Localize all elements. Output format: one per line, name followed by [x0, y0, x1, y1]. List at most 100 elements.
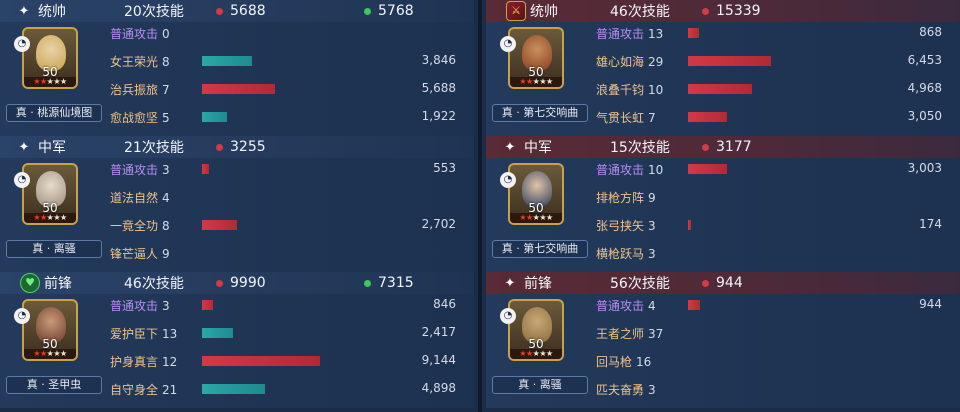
damage-total: 9990: [230, 275, 266, 291]
skill-value-bar: [202, 384, 265, 394]
skill-title: 匹夫奋勇: [596, 383, 645, 397]
skill-cast-count: 12: [162, 355, 178, 369]
skill-name: 王者之师 37: [596, 325, 663, 342]
hero-portrait[interactable]: 50 ★★★★★: [508, 163, 564, 225]
sparkle-icon: ✦: [18, 3, 30, 19]
skill-name: 回马枪 16: [596, 353, 651, 370]
hero-portrait[interactable]: 50 ★★★★★: [508, 299, 564, 361]
treasure-tag[interactable]: 真 · 第七交响曲: [492, 240, 588, 258]
skill-title: 普通攻击: [596, 27, 645, 41]
skill-name: 锋芒逼人 9: [110, 245, 170, 262]
skill-name: 爱护臣下 13: [110, 325, 177, 342]
skill-value-bar: [688, 300, 700, 310]
skill-value: 2,702: [421, 217, 456, 231]
section-header: ✦ 统帅 20次技能 5688 5768: [0, 0, 474, 22]
hero-portrait[interactable]: 50 ★★★★★: [22, 27, 78, 89]
skill-cast-count: 3: [162, 163, 170, 177]
skill-name: 一竟全功 8: [110, 217, 170, 234]
treasure-tag[interactable]: 真 · 离骚: [492, 376, 588, 394]
hero-section-1: ⚔ 统帅 46次技能 15339 50 ★★★★★ ◔ 真 · 第七交响曲 普通攻击 13 868 雄…: [486, 0, 960, 136]
star-rating: ★★★★★: [24, 349, 76, 359]
skill-name: 横枪跃马 3: [596, 245, 656, 262]
skill-value-bar: [202, 164, 209, 174]
treasure-tag[interactable]: 真 · 第七交响曲: [492, 104, 588, 122]
skill-title: 普通攻击: [110, 27, 159, 41]
skill-count: 15次技能: [610, 140, 670, 156]
damage-dot-icon: [216, 280, 223, 287]
skill-value: 2,417: [421, 325, 456, 339]
skill-title: 一竟全功: [110, 219, 159, 233]
skill-value-bar: [202, 84, 275, 94]
skill-name: 护身真言 12: [110, 353, 177, 370]
skill-cast-count: 8: [162, 55, 170, 69]
hero-section-2: ✦ 中军 15次技能 3177 50 ★★★★★ ◔ 真 · 第七交响曲 普通攻击 10 3,003…: [486, 136, 960, 272]
skill-title: 浪叠千钧: [596, 83, 645, 97]
skill-cast-count: 16: [636, 355, 652, 369]
skill-name: 普通攻击 10: [596, 161, 663, 178]
unit-type-icon: ◔: [14, 172, 30, 188]
section-header: ✦ 中军 21次技能 3255: [0, 136, 474, 158]
hero-section-3: ✦ 前锋 56次技能 944 50 ★★★★★ ◔ 真 · 离骚 普通攻击 4 944 王者之师 37 回…: [486, 272, 960, 408]
skill-value: 4,968: [907, 81, 942, 95]
skill-name: 治兵振旅 7: [110, 81, 170, 98]
skill-cast-count: 4: [648, 299, 656, 313]
star-rating: ★★★★★: [510, 77, 562, 87]
heal-dot-icon: [364, 8, 371, 15]
treasure-tag[interactable]: 真 · 桃源仙境图: [6, 104, 102, 122]
skill-value-bar: [202, 300, 213, 310]
skill-cast-count: 5: [162, 111, 170, 125]
skill-title: 治兵振旅: [110, 83, 159, 97]
unit-type-icon: ◔: [14, 36, 30, 52]
position-label: 统帅: [530, 4, 558, 20]
skill-cast-count: 7: [648, 111, 656, 125]
commander-emblem-icon: ⚔: [506, 1, 526, 21]
skill-value: 3,050: [907, 109, 942, 123]
skill-value: 944: [919, 297, 942, 311]
skill-title: 自守身全: [110, 383, 159, 397]
treasure-tag[interactable]: 真 · 离骚: [6, 240, 102, 258]
skill-value: 174: [919, 217, 942, 231]
skill-value-bar: [688, 84, 752, 94]
hero-portrait[interactable]: 50 ★★★★★: [508, 27, 564, 89]
heal-dot-icon: [364, 280, 371, 287]
skill-value-bar: [202, 356, 320, 366]
skill-cast-count: 0: [162, 27, 170, 41]
skill-name: 普通攻击 3: [110, 297, 170, 314]
hero-section-1: ✦ 统帅 20次技能 5688 5768 50 ★★★★★ ◔ 真 · 桃源仙境图 普通攻击 0 女王…: [0, 0, 474, 136]
skill-name: 普通攻击 13: [596, 25, 663, 42]
skill-title: 普通攻击: [596, 299, 645, 313]
skill-title: 王者之师: [596, 327, 645, 341]
skill-name: 自守身全 21: [110, 381, 177, 398]
skill-name: 普通攻击 0: [110, 25, 170, 42]
skill-name: 雄心如海 29: [596, 53, 663, 70]
treasure-tag[interactable]: 真 · 圣甲虫: [6, 376, 102, 394]
skill-cast-count: 21: [162, 383, 178, 397]
position-label: 前锋: [524, 276, 552, 292]
skill-cast-count: 3: [648, 219, 656, 233]
skill-name: 愈战愈坚 5: [110, 109, 170, 126]
skill-value: 5,688: [421, 81, 456, 95]
skill-cast-count: 3: [648, 383, 656, 397]
skill-count: 21次技能: [124, 140, 184, 156]
skill-name: 普通攻击 3: [110, 161, 170, 178]
skill-cast-count: 10: [648, 83, 664, 97]
skill-value: 9,144: [421, 353, 456, 367]
position-label: 前锋: [44, 276, 72, 292]
hero-portrait[interactable]: 50 ★★★★★: [22, 163, 78, 225]
skill-cast-count: 10: [648, 163, 664, 177]
skill-name: 匹夫奋勇 3: [596, 381, 656, 398]
skill-value: 6,453: [907, 53, 942, 67]
damage-total: 5688: [230, 3, 266, 19]
skill-value: 1,922: [421, 109, 456, 123]
heal-total: 7315: [378, 275, 414, 291]
skill-title: 张弓挟矢: [596, 219, 645, 233]
section-header: ⚔ 统帅 46次技能 15339: [486, 0, 960, 22]
skill-title: 愈战愈坚: [110, 111, 159, 125]
skill-count: 56次技能: [610, 276, 670, 292]
skill-title: 爱护臣下: [110, 327, 159, 341]
unit-type-icon: ◔: [500, 308, 516, 324]
hero-portrait[interactable]: 50 ★★★★★: [22, 299, 78, 361]
skill-cast-count: 4: [162, 191, 170, 205]
star-rating: ★★★★★: [24, 213, 76, 223]
skill-title: 普通攻击: [110, 163, 159, 177]
